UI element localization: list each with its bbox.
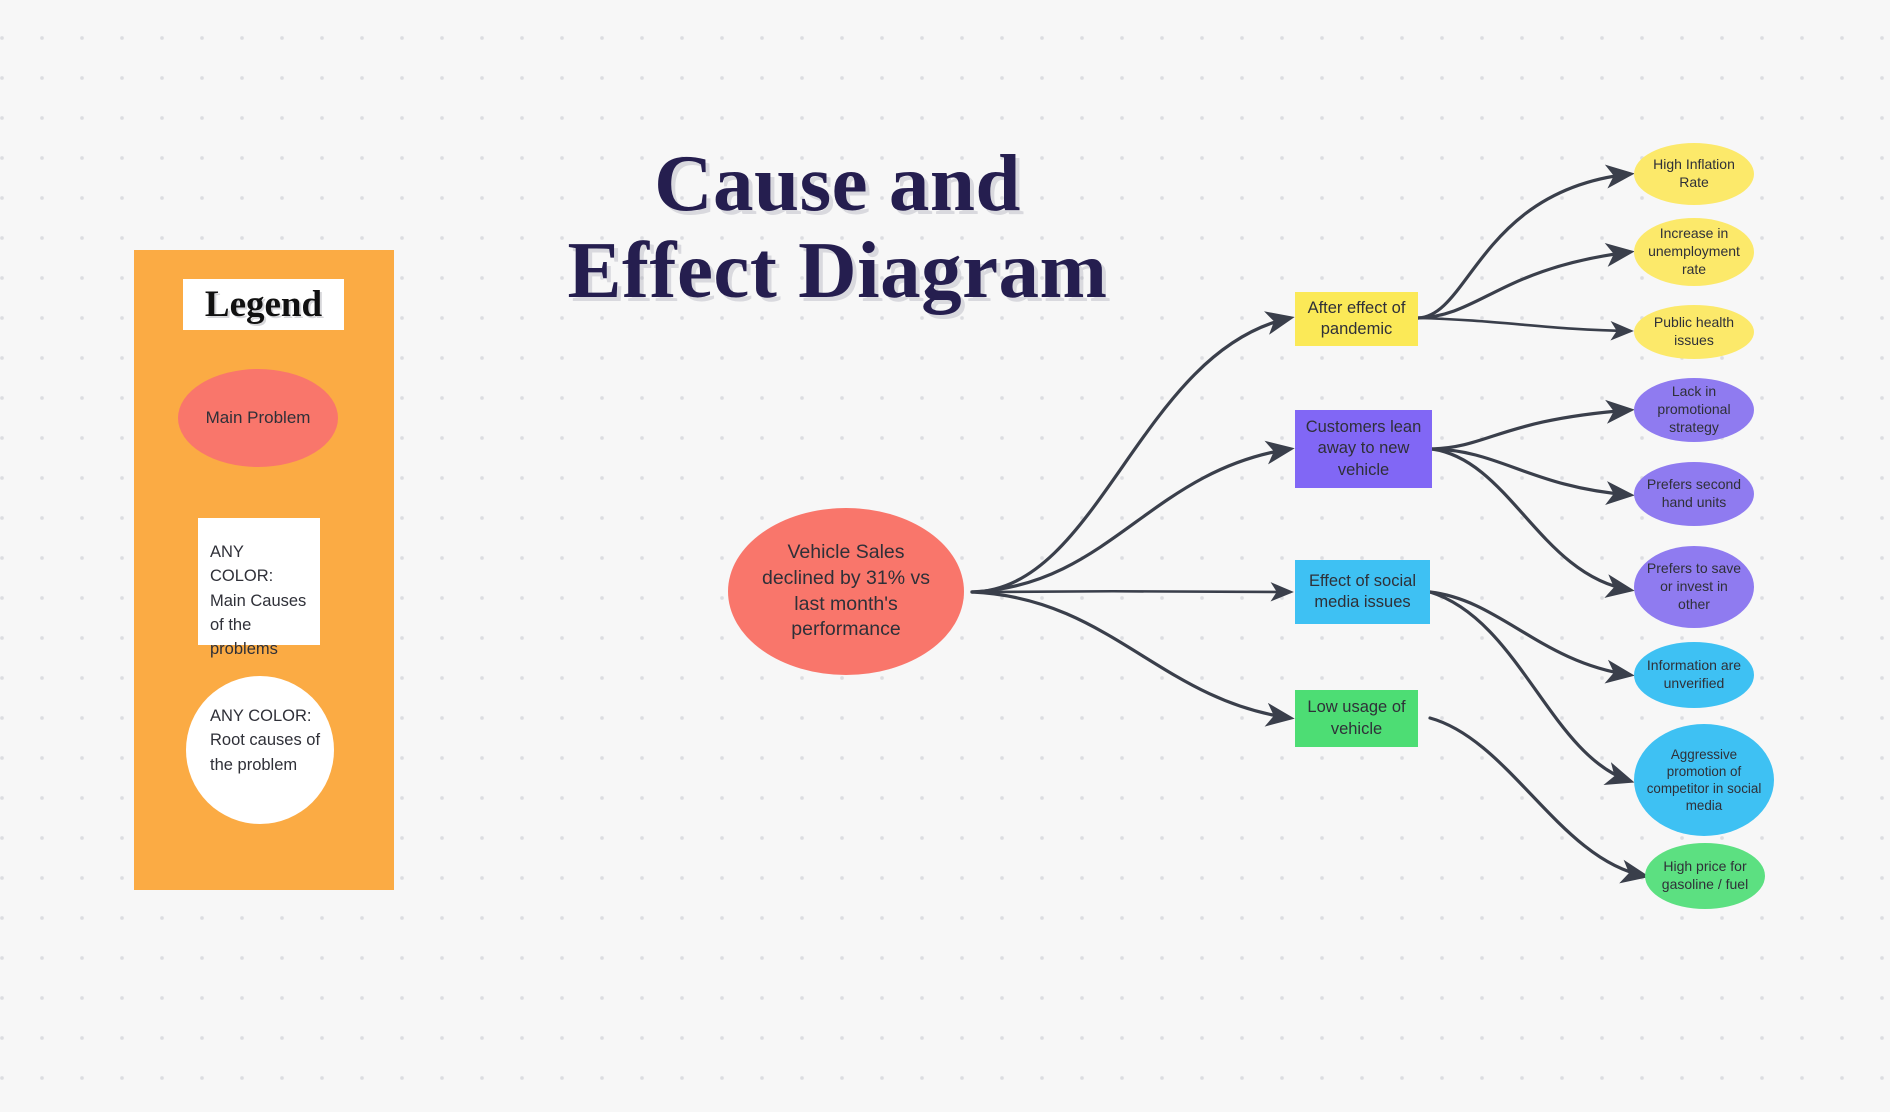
legend-main-causes-swatch: ANY COLOR: Main Causes of the problems	[198, 518, 320, 658]
link-center-to-low-usage	[970, 590, 1295, 727]
legend-main-problem-swatch: Main Problem	[178, 369, 338, 467]
link-socialmedia-to-information	[1428, 590, 1635, 684]
link-center-to-pandemic	[970, 311, 1295, 594]
cause-node-low-usage[interactable]: Low usage of vehicle	[1295, 690, 1418, 747]
page-title: Cause and Effect Diagram	[567, 138, 1108, 315]
link-pandemic-to-high-inflation	[1416, 164, 1635, 320]
link-lowusage-to-gasoline	[1428, 716, 1650, 884]
cause-node-pandemic[interactable]: After effect of pandemic	[1295, 292, 1418, 346]
link-center-to-social-media	[970, 582, 1294, 602]
root-cause-prefers-save-invest[interactable]: Prefers to save or invest in other	[1634, 546, 1754, 628]
root-cause-high-gasoline-price[interactable]: High price for gasoline / fuel	[1645, 843, 1765, 909]
central-problem-node[interactable]: Vehicle Sales declined by 31% vs last mo…	[728, 508, 964, 675]
link-newvehicle-to-lack-promo	[1430, 399, 1635, 451]
link-pandemic-to-unemployment	[1416, 243, 1635, 320]
legend-heading: Legend	[204, 284, 323, 325]
link-socialmedia-to-aggressive	[1428, 590, 1635, 785]
root-cause-increase-unemployment[interactable]: Increase in unemployment rate	[1634, 218, 1754, 286]
link-center-to-new-vehicle	[970, 440, 1295, 594]
root-cause-information-unverified[interactable]: Information are unverified	[1634, 642, 1754, 708]
diagram-canvas: Cause and Effect Diagram Legend Main Pro…	[0, 0, 1890, 1112]
root-cause-public-health-issues[interactable]: Public health issues	[1634, 305, 1754, 359]
cause-node-social-media[interactable]: Effect of social media issues	[1295, 560, 1430, 624]
cause-node-new-vehicle[interactable]: Customers lean away to new vehicle	[1295, 410, 1432, 488]
link-newvehicle-to-save-invest	[1430, 447, 1635, 598]
root-cause-aggressive-promotion[interactable]: Aggressive promotion of competitor in so…	[1634, 724, 1774, 836]
link-newvehicle-to-second-hand	[1430, 447, 1635, 506]
legend-heading-box: Legend	[183, 279, 344, 330]
root-cause-lack-promotional-strategy[interactable]: Lack in promotional strategy	[1634, 378, 1754, 442]
link-pandemic-to-public-health	[1416, 316, 1634, 341]
root-cause-high-inflation-rate[interactable]: High Inflation Rate	[1634, 143, 1754, 205]
legend-root-causes-swatch: ANY COLOR: Root causes of the problem	[186, 676, 334, 824]
root-cause-prefers-second-hand[interactable]: Prefers second hand units	[1634, 462, 1754, 526]
